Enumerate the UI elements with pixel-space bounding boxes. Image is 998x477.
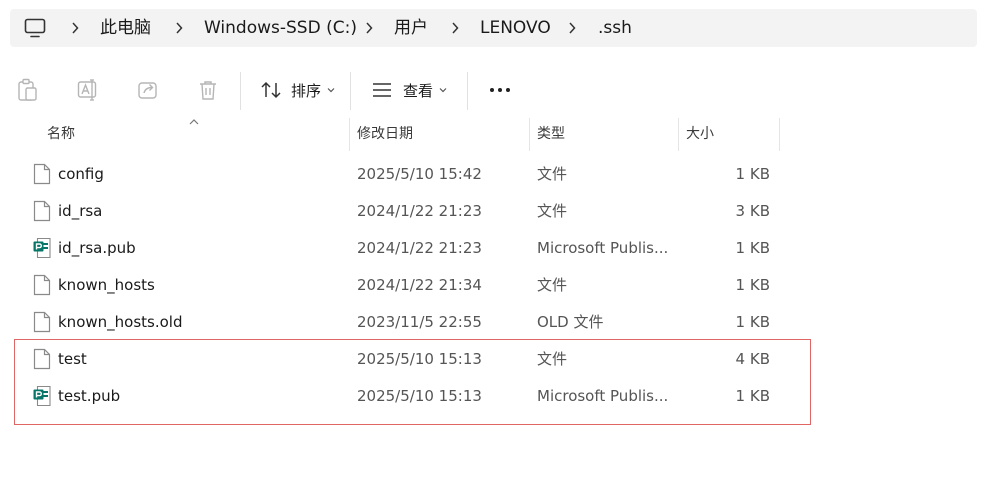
more-options-button[interactable]	[489, 74, 511, 106]
toolbar-divider	[467, 72, 468, 110]
column-divider[interactable]	[349, 118, 350, 151]
publisher-icon	[33, 237, 51, 259]
file-date: 2023/11/5 22:55	[357, 313, 482, 331]
file-size: 1 KB	[735, 387, 770, 405]
file-type: 文件	[537, 350, 568, 368]
sort-ascending-icon	[189, 119, 199, 125]
file-name: known_hosts	[58, 276, 155, 294]
file-name: id_rsa	[58, 202, 103, 220]
paste-icon	[18, 78, 37, 101]
file-date: 2024/1/22 21:34	[357, 276, 482, 294]
chevron-down-icon	[327, 88, 335, 93]
file-date: 2024/1/22 21:23	[357, 202, 482, 220]
column-date[interactable]: 修改日期	[357, 118, 413, 151]
share-button[interactable]	[137, 74, 159, 106]
view-lines-icon	[373, 83, 391, 97]
column-divider[interactable]	[779, 118, 780, 151]
breadcrumb-lenovo[interactable]: LENOVO	[480, 9, 551, 47]
file-type: Microsoft Publis...	[537, 387, 669, 405]
column-type[interactable]: 类型	[537, 118, 565, 151]
breadcrumb-drive[interactable]: Windows-SSD (C:)	[204, 9, 357, 47]
breadcrumb-users[interactable]: 用户	[394, 9, 428, 47]
rename-icon	[77, 79, 97, 101]
sort-button[interactable]: 排序	[260, 74, 335, 106]
view-label: 查看	[403, 81, 434, 100]
file-type: Microsoft Publis...	[537, 239, 669, 257]
toolbar-divider	[240, 72, 241, 110]
list-item[interactable]: test.pub 2025/5/10 15:13 Microsoft Publi…	[0, 378, 998, 415]
file-icon	[33, 200, 51, 222]
column-divider[interactable]	[529, 118, 530, 151]
file-type: 文件	[537, 276, 568, 294]
chevron-right-icon[interactable]	[565, 9, 579, 47]
rename-button[interactable]	[77, 74, 101, 106]
file-date: 2025/5/10 15:13	[357, 387, 482, 405]
list-item[interactable]: id_rsa.pub 2024/1/22 21:23 Microsoft Pub…	[0, 230, 998, 267]
toolbar-divider	[350, 72, 351, 110]
column-header: 名称 修改日期 类型 大小	[0, 118, 998, 151]
chevron-right-icon[interactable]	[362, 9, 376, 47]
sort-icon	[261, 81, 281, 99]
chevron-right-icon[interactable]	[68, 9, 82, 47]
column-divider[interactable]	[678, 118, 679, 151]
address-bar[interactable]: 此电脑 Windows-SSD (C:) 用户 LENOVO .ssh	[10, 9, 977, 47]
file-icon	[33, 163, 51, 185]
chevron-right-icon[interactable]	[448, 9, 462, 47]
column-size[interactable]: 大小	[686, 118, 714, 151]
this-pc-icon[interactable]	[24, 18, 46, 38]
publisher-icon	[33, 385, 51, 407]
file-type: OLD 文件	[537, 313, 604, 331]
breadcrumb-ssh[interactable]: .ssh	[598, 9, 632, 47]
file-size: 4 KB	[735, 350, 770, 368]
file-name: test.pub	[58, 387, 121, 405]
file-name: id_rsa.pub	[58, 239, 136, 257]
file-icon	[33, 311, 51, 333]
share-icon	[138, 82, 157, 99]
trash-icon	[200, 81, 216, 100]
chevron-down-icon	[439, 88, 447, 93]
view-button[interactable]: 查看	[372, 74, 447, 106]
list-item[interactable]: config 2025/5/10 15:42 文件 1 KB	[0, 156, 998, 193]
file-type: 文件	[537, 165, 568, 183]
file-size: 1 KB	[735, 313, 770, 331]
column-name[interactable]: 名称	[47, 118, 75, 151]
file-size: 1 KB	[735, 165, 770, 183]
delete-button[interactable]	[197, 74, 219, 106]
more-icon	[490, 88, 510, 92]
list-item[interactable]: test 2025/5/10 15:13 文件 4 KB	[0, 341, 998, 378]
chevron-right-icon[interactable]	[172, 9, 186, 47]
file-size: 1 KB	[735, 239, 770, 257]
file-icon	[33, 348, 51, 370]
breadcrumb-this-pc[interactable]: 此电脑	[100, 9, 151, 47]
file-date: 2024/1/22 21:23	[357, 239, 482, 257]
sort-label: 排序	[291, 81, 322, 100]
command-bar: 排序 查看	[0, 62, 998, 118]
file-size: 3 KB	[735, 202, 770, 220]
list-item[interactable]: id_rsa 2024/1/22 21:23 文件 3 KB	[0, 193, 998, 230]
file-date: 2025/5/10 15:13	[357, 350, 482, 368]
list-item[interactable]: known_hosts.old 2023/11/5 22:55 OLD 文件 1…	[0, 304, 998, 341]
paste-button[interactable]	[17, 74, 39, 106]
file-icon	[33, 274, 51, 296]
file-date: 2025/5/10 15:42	[357, 165, 482, 183]
list-item[interactable]: known_hosts 2024/1/22 21:34 文件 1 KB	[0, 267, 998, 304]
file-name: test	[58, 350, 87, 368]
file-type: 文件	[537, 202, 568, 220]
file-name: config	[58, 165, 104, 183]
file-size: 1 KB	[735, 276, 770, 294]
file-name: known_hosts.old	[58, 313, 183, 331]
